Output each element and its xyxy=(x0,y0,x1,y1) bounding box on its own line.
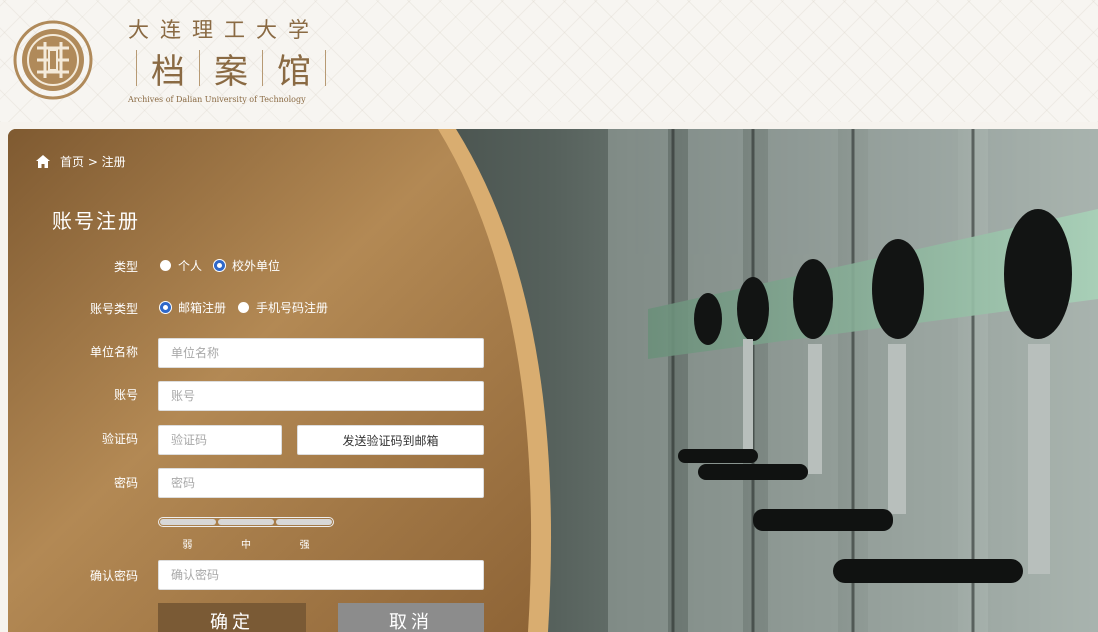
account-type-radio-email[interactable]: 邮箱注册 xyxy=(160,299,226,316)
type-radio-personal[interactable]: 个人 xyxy=(160,257,202,274)
title-divider xyxy=(199,50,200,86)
breadcrumb: 首页 > 注册 xyxy=(36,153,126,170)
type-label: 类型 xyxy=(113,260,138,274)
radio-dot-selected[interactable] xyxy=(160,302,171,313)
archive-title-char-1: 档 xyxy=(151,51,185,92)
captcha-label: 验证码 xyxy=(101,432,138,446)
archive-title-char-3: 馆 xyxy=(277,51,311,92)
university-name: 大连理工大学 xyxy=(128,18,320,42)
account-type-radio-group: 邮箱注册 手机号码注册 xyxy=(160,299,340,316)
radio-label: 校外单位 xyxy=(232,259,281,273)
confirm-password-label: 确认密码 xyxy=(89,569,138,583)
strength-segment-weak xyxy=(160,519,216,525)
strength-segment-medium xyxy=(218,519,274,525)
type-radio-group: 个人 校外单位 xyxy=(160,257,292,274)
cancel-button[interactable]: 取消 xyxy=(338,603,484,632)
account-input[interactable] xyxy=(158,381,484,411)
archive-english-name: Archives of Dalian University of Technol… xyxy=(128,95,306,104)
site-header: 大连理工大学 档 案 馆 Archives of Dalian Universi… xyxy=(0,0,1098,122)
page-title: 账号注册 xyxy=(52,209,140,233)
send-captcha-email-button[interactable]: 发送验证码到邮箱 xyxy=(297,425,484,455)
radio-dot[interactable] xyxy=(238,302,250,313)
password-strength-meter xyxy=(158,517,334,527)
confirm-password-input[interactable] xyxy=(158,560,484,590)
title-divider xyxy=(325,50,326,86)
strength-label-medium: 中 xyxy=(240,540,251,551)
type-radio-external-unit[interactable]: 校外单位 xyxy=(214,257,280,274)
title-divider xyxy=(262,50,263,86)
account-type-label: 账号类型 xyxy=(89,302,138,316)
radio-dot[interactable] xyxy=(160,260,171,271)
radio-dot-selected[interactable] xyxy=(214,260,226,271)
archive-seal-logo[interactable] xyxy=(13,20,93,100)
unit-name-input[interactable] xyxy=(158,338,484,368)
account-type-radio-phone[interactable]: 手机号码注册 xyxy=(238,299,328,316)
archive-title-char-2: 案 xyxy=(214,51,248,92)
confirm-button[interactable]: 确定 xyxy=(158,603,306,632)
radio-label: 邮箱注册 xyxy=(178,301,227,315)
home-icon[interactable] xyxy=(36,155,50,168)
strength-labels: 弱 中 强 xyxy=(158,536,334,551)
breadcrumb-text[interactable]: 首页 > 注册 xyxy=(60,153,126,170)
strength-segment-strong xyxy=(276,519,332,525)
strength-label-strong: 强 xyxy=(299,540,310,551)
strength-label-weak: 弱 xyxy=(182,540,193,551)
password-label: 密码 xyxy=(113,476,138,490)
archive-title: 档 案 馆 xyxy=(122,46,340,92)
title-divider xyxy=(136,50,137,86)
account-label: 账号 xyxy=(113,388,138,402)
captcha-input[interactable] xyxy=(158,425,282,455)
radio-label: 个人 xyxy=(178,259,203,273)
unit-name-label: 单位名称 xyxy=(89,345,138,359)
password-input[interactable] xyxy=(158,468,484,498)
registration-section: 首页 > 注册 账号注册 类型 个人 校外单位 账号类型 邮箱注册 手机号码注册… xyxy=(8,129,1098,632)
radio-label: 手机号码注册 xyxy=(256,301,329,315)
